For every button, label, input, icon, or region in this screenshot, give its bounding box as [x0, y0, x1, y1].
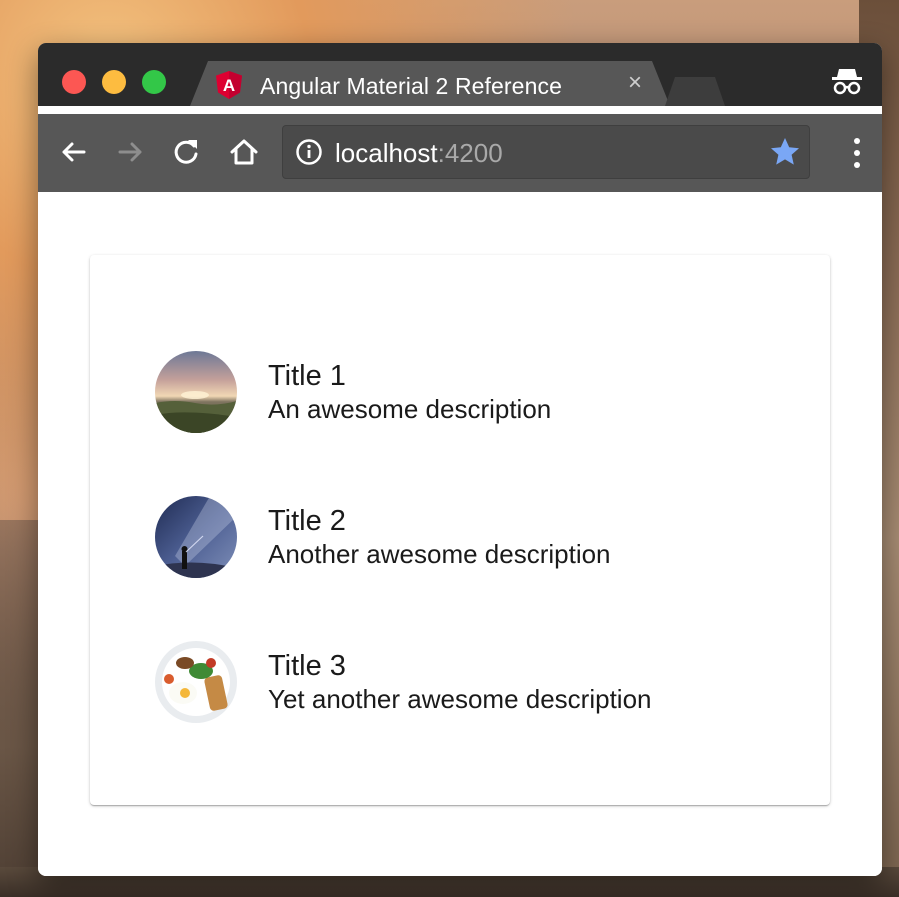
forward-arrow-icon[interactable] [110, 132, 150, 172]
list-item-title: Title 3 [268, 650, 346, 682]
browser-tab-active[interactable]: A Angular Material 2 Reference × [190, 61, 670, 106]
tab-close-icon[interactable]: × [628, 71, 642, 95]
desktop-wallpaper-rocks [0, 520, 40, 897]
url-port: :4200 [437, 138, 503, 168]
list-item[interactable]: Title 2 Another awesome description [155, 496, 775, 580]
reload-icon[interactable] [166, 132, 206, 172]
list-item[interactable]: Title 1 An awesome description [155, 351, 775, 435]
list-item-title: Title 2 [268, 505, 346, 537]
back-arrow-icon[interactable] [54, 132, 94, 172]
avatar-landscape-image [155, 351, 237, 433]
list-item-description: Yet another awesome description [268, 684, 652, 714]
window-maximize-button[interactable] [142, 70, 166, 94]
bookmark-star-icon[interactable] [769, 136, 801, 168]
url-host: localhost [335, 138, 438, 168]
list-card: Title 1 An awesome description Title 2 A… [90, 255, 830, 805]
window-minimize-button[interactable] [102, 70, 126, 94]
more-menu-icon[interactable] [852, 136, 862, 170]
page-content: Title 1 An awesome description Title 2 A… [38, 192, 882, 876]
browser-window: A Angular Material 2 Reference × localho… [38, 43, 882, 876]
list-item[interactable]: Title 3 Yet another awesome description [155, 641, 775, 725]
window-close-button[interactable] [62, 70, 86, 94]
list-item-description: An awesome description [268, 394, 552, 424]
avatar-night-sky-image [155, 496, 237, 578]
incognito-icon [832, 69, 862, 95]
new-tab-button[interactable] [665, 77, 725, 106]
angular-logo-letter: A [223, 76, 235, 95]
list-item-description: Another awesome description [268, 539, 611, 569]
avatar-breakfast-image [155, 641, 237, 723]
tab-title: Angular Material 2 Reference [260, 73, 562, 99]
browser-toolbar: localhost:4200 [38, 106, 882, 192]
address-bar[interactable]: localhost:4200 [282, 125, 810, 179]
home-icon[interactable] [224, 132, 264, 172]
info-icon[interactable] [295, 138, 323, 166]
angular-logo-icon: A [216, 71, 242, 99]
address-bar-url[interactable]: localhost:4200 [335, 138, 503, 169]
list-item-title: Title 1 [268, 360, 346, 392]
browser-titlebar: A Angular Material 2 Reference × [38, 43, 882, 106]
